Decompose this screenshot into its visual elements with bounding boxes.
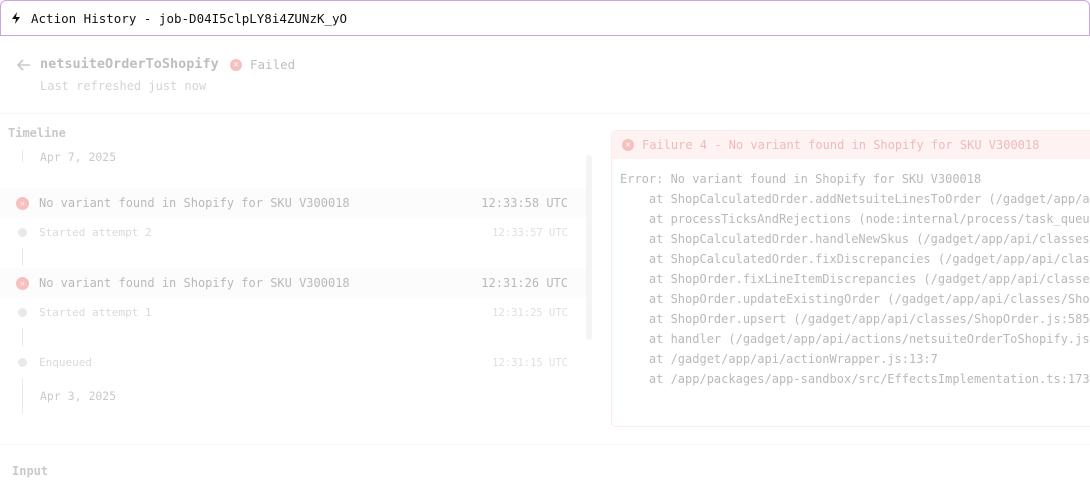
stack-trace: Error: No variant found in Shopify for S…	[612, 159, 1090, 399]
stack-line: at ShopOrder.fixLineItemDiscrepancies (/…	[620, 272, 1090, 286]
failure-title: Failure 4 - No variant found in Shopify …	[642, 138, 1040, 152]
timeline-event[interactable]: Started attempt 2 12:33:57 UTC	[0, 218, 590, 248]
error-icon: ✕	[16, 197, 29, 210]
stack-line: at ShopCalculatedOrder.fixDiscrepancies …	[620, 252, 1090, 266]
stack-line: at ShopOrder.updateExistingOrder (/gadge…	[620, 292, 1090, 306]
input-section: Input	[0, 444, 1090, 503]
error-icon: ✕	[16, 277, 29, 290]
window-title: Action History - job-D04I5clpLY8i4ZUNzK_…	[31, 10, 348, 26]
input-title: Input	[12, 464, 49, 478]
stack-line: at ShopOrder.upsert (/gadget/app/api/cla…	[620, 312, 1090, 326]
dot-icon	[18, 228, 27, 237]
timeline-event[interactable]: ✕ No variant found in Shopify for SKU V3…	[0, 268, 590, 298]
stack-line: at /gadget/app/api/actionWrapper.js:13:7	[620, 352, 938, 366]
failure-icon: ✕	[622, 139, 634, 151]
dot-icon	[18, 358, 27, 367]
stack-line: at /app/packages/app-sandbox/src/Effects…	[620, 372, 1090, 386]
stack-line: at processTicksAndRejections (node:inter…	[620, 212, 1090, 226]
page-header: netsuiteOrderToShopify ✕ Failed Last ref…	[0, 37, 1090, 114]
timeline-list[interactable]: Apr 7, 2025 ✕ No variant found in Shopif…	[0, 150, 590, 430]
stack-line: at handler (/gadget/app/api/actions/nets…	[620, 332, 1090, 346]
status-label: Failed	[250, 57, 296, 72]
timeline-event[interactable]: Enqueued 12:31:15 UTC	[0, 348, 590, 378]
dot-icon	[18, 308, 27, 317]
stack-line: Error: No variant found in Shopify for S…	[620, 172, 982, 186]
last-refreshed: Last refreshed just now	[40, 79, 207, 93]
failed-icon: ✕	[230, 58, 242, 71]
timeline-title: Timeline	[8, 126, 66, 140]
back-arrow-icon[interactable]	[16, 57, 32, 73]
stack-line: at ShopCalculatedOrder.handleNewSkus (/g…	[620, 232, 1090, 246]
timeline-event[interactable]: Started attempt 1 12:31:25 UTC	[0, 298, 590, 328]
bolt-icon	[12, 12, 20, 24]
failure-header[interactable]: ✕ Failure 4 - No variant found in Shopif…	[612, 131, 1090, 159]
job-name: netsuiteOrderToShopify	[40, 56, 219, 72]
timeline-date: Apr 7, 2025	[40, 150, 117, 164]
stack-line: at ShopCalculatedOrder.addNetsuiteLinesT…	[620, 192, 1090, 206]
timeline-scrollbar[interactable]	[586, 155, 592, 340]
timeline-date: Apr 3, 2025	[40, 389, 117, 403]
status-badge: ✕ Failed	[230, 57, 295, 72]
timeline-event[interactable]: ✕ No variant found in Shopify for SKU V3…	[0, 188, 590, 218]
window-titlebar: Action History - job-D04I5clpLY8i4ZUNzK_…	[0, 0, 1090, 36]
failure-panel: ✕ Failure 4 - No variant found in Shopif…	[611, 130, 1090, 427]
